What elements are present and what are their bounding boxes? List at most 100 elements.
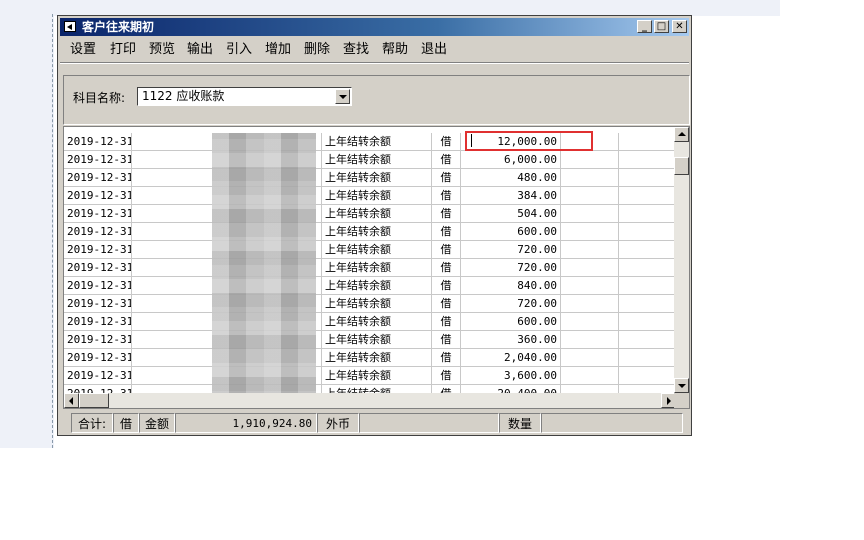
empty-cell[interactable] — [561, 223, 619, 240]
summary-cell[interactable]: 上年结转余额 — [322, 295, 432, 312]
empty-cell[interactable] — [561, 241, 619, 258]
empty-cell[interactable] — [561, 205, 619, 222]
summary-cell[interactable]: 上年结转余额 — [322, 367, 432, 384]
amount-cell[interactable]: 3,600.00 — [461, 367, 561, 384]
table-row[interactable]: 2019-12-31 上年结转余额借 360.00 — [64, 331, 676, 349]
vertical-scrollbar[interactable] — [674, 127, 689, 393]
menu-find[interactable]: 查找 — [343, 38, 369, 62]
direction-cell[interactable]: 借 — [432, 241, 461, 258]
menu-print[interactable]: 打印 — [110, 38, 136, 62]
empty-cell[interactable] — [619, 313, 676, 330]
empty-cell[interactable] — [561, 277, 619, 294]
amount-cell[interactable]: 480.00 — [461, 169, 561, 186]
amount-cell[interactable]: 504.00 — [461, 205, 561, 222]
direction-cell[interactable]: 借 — [432, 313, 461, 330]
table-row[interactable]: 2019-12-31 上年结转余额借 720.00 — [64, 295, 676, 313]
date-cell[interactable]: 2019-12-31 — [64, 205, 132, 222]
amount-cell[interactable]: 2,040.00 — [461, 349, 561, 366]
date-cell[interactable]: 2019-12-31 — [64, 187, 132, 204]
summary-cell[interactable]: 上年结转余额 — [322, 277, 432, 294]
summary-cell[interactable]: 上年结转余额 — [322, 205, 432, 222]
table-row[interactable]: 2019-12-31 上年结转余额借 384.00 — [64, 187, 676, 205]
title-bar[interactable]: 客户往来期初 _ □ ✕ — [60, 18, 689, 36]
chevron-down-icon[interactable] — [335, 89, 350, 104]
menu-export[interactable]: 输出 — [187, 38, 213, 62]
date-cell[interactable]: 2019-12-31 — [64, 367, 132, 384]
table-row[interactable]: 2019-12-31 上年结转余额借 3,600.00 — [64, 367, 676, 385]
empty-cell[interactable] — [619, 241, 676, 258]
close-button[interactable]: ✕ — [672, 20, 687, 33]
empty-cell[interactable] — [561, 259, 619, 276]
date-cell[interactable]: 2019-12-31 — [64, 295, 132, 312]
empty-cell[interactable] — [561, 313, 619, 330]
direction-cell[interactable]: 借 — [432, 349, 461, 366]
empty-cell[interactable] — [619, 259, 676, 276]
menu-setup[interactable]: 设置 — [70, 38, 96, 62]
vertical-scroll-thumb[interactable] — [674, 157, 689, 175]
scroll-up-icon[interactable] — [674, 127, 689, 142]
menu-exit[interactable]: 退出 — [421, 38, 447, 62]
menu-preview[interactable]: 预览 — [149, 38, 175, 62]
empty-cell[interactable] — [561, 331, 619, 348]
empty-cell[interactable] — [619, 295, 676, 312]
empty-cell[interactable] — [619, 205, 676, 222]
amount-cell[interactable]: 360.00 — [461, 331, 561, 348]
table-row[interactable]: 2019-12-31 上年结转余额借 504.00 — [64, 205, 676, 223]
direction-cell[interactable]: 借 — [432, 259, 461, 276]
table-row[interactable]: 2019-12-31 上年结转余额借 6,000.00 — [64, 151, 676, 169]
date-cell[interactable]: 2019-12-31 — [64, 331, 132, 348]
table-row[interactable]: 2019-12-31 上年结转余额借 600.00 — [64, 313, 676, 331]
direction-cell[interactable]: 借 — [432, 277, 461, 294]
amount-cell[interactable]: 600.00 — [461, 223, 561, 240]
horizontal-scrollbar[interactable] — [64, 393, 676, 408]
amount-cell[interactable]: 720.00 — [461, 259, 561, 276]
summary-cell[interactable]: 上年结转余额 — [322, 313, 432, 330]
date-cell[interactable]: 2019-12-31 — [64, 169, 132, 186]
summary-cell[interactable]: 上年结转余额 — [322, 259, 432, 276]
table-row[interactable]: 2019-12-31 上年结转余额借 600.00 — [64, 223, 676, 241]
amount-cell[interactable]: 720.00 — [461, 241, 561, 258]
empty-cell[interactable] — [619, 277, 676, 294]
menu-delete[interactable]: 删除 — [304, 38, 330, 62]
minimize-button[interactable]: _ — [637, 20, 652, 33]
direction-cell[interactable]: 借 — [432, 151, 461, 168]
empty-cell[interactable] — [561, 169, 619, 186]
direction-cell[interactable]: 借 — [432, 295, 461, 312]
empty-cell[interactable] — [561, 367, 619, 384]
direction-cell[interactable]: 借 — [432, 367, 461, 384]
summary-cell[interactable]: 上年结转余额 — [322, 241, 432, 258]
summary-cell[interactable]: 上年结转余额 — [322, 223, 432, 240]
subject-select[interactable]: 1122 应收账款 — [137, 87, 352, 106]
direction-cell[interactable]: 借 — [432, 133, 461, 150]
summary-cell[interactable]: 上年结转余额 — [322, 187, 432, 204]
direction-cell[interactable]: 借 — [432, 223, 461, 240]
direction-cell[interactable]: 借 — [432, 205, 461, 222]
summary-cell[interactable]: 上年结转余额 — [322, 331, 432, 348]
date-cell[interactable]: 2019-12-31 — [64, 259, 132, 276]
table-row[interactable]: 2019-12-31 上年结转余额借 720.00 — [64, 241, 676, 259]
horizontal-scroll-thumb[interactable] — [79, 393, 109, 408]
table-row[interactable]: 2019-12-31 上年结转余额借 840.00 — [64, 277, 676, 295]
empty-cell[interactable] — [619, 133, 676, 150]
date-cell[interactable]: 2019-12-31 — [64, 349, 132, 366]
empty-cell[interactable] — [561, 151, 619, 168]
maximize-button[interactable]: □ — [654, 20, 669, 33]
amount-cell[interactable]: 840.00 — [461, 277, 561, 294]
amount-cell[interactable]: 384.00 — [461, 187, 561, 204]
amount-cell[interactable]: 720.00 — [461, 295, 561, 312]
summary-cell[interactable]: 上年结转余额 — [322, 133, 432, 150]
date-cell[interactable]: 2019-12-31 — [64, 223, 132, 240]
direction-cell[interactable]: 借 — [432, 331, 461, 348]
empty-cell[interactable] — [619, 223, 676, 240]
empty-cell[interactable] — [619, 169, 676, 186]
date-cell[interactable]: 2019-12-31 — [64, 313, 132, 330]
empty-cell[interactable] — [619, 349, 676, 366]
table-row[interactable]: 2019-12-31 上年结转余额借 2,040.00 — [64, 349, 676, 367]
empty-cell[interactable] — [561, 295, 619, 312]
direction-cell[interactable]: 借 — [432, 169, 461, 186]
menu-import[interactable]: 引入 — [226, 38, 252, 62]
scroll-left-icon[interactable] — [64, 393, 79, 408]
table-row[interactable]: 2019-12-31 上年结转余额借 480.00 — [64, 169, 676, 187]
empty-cell[interactable] — [619, 367, 676, 384]
direction-cell[interactable]: 借 — [432, 187, 461, 204]
